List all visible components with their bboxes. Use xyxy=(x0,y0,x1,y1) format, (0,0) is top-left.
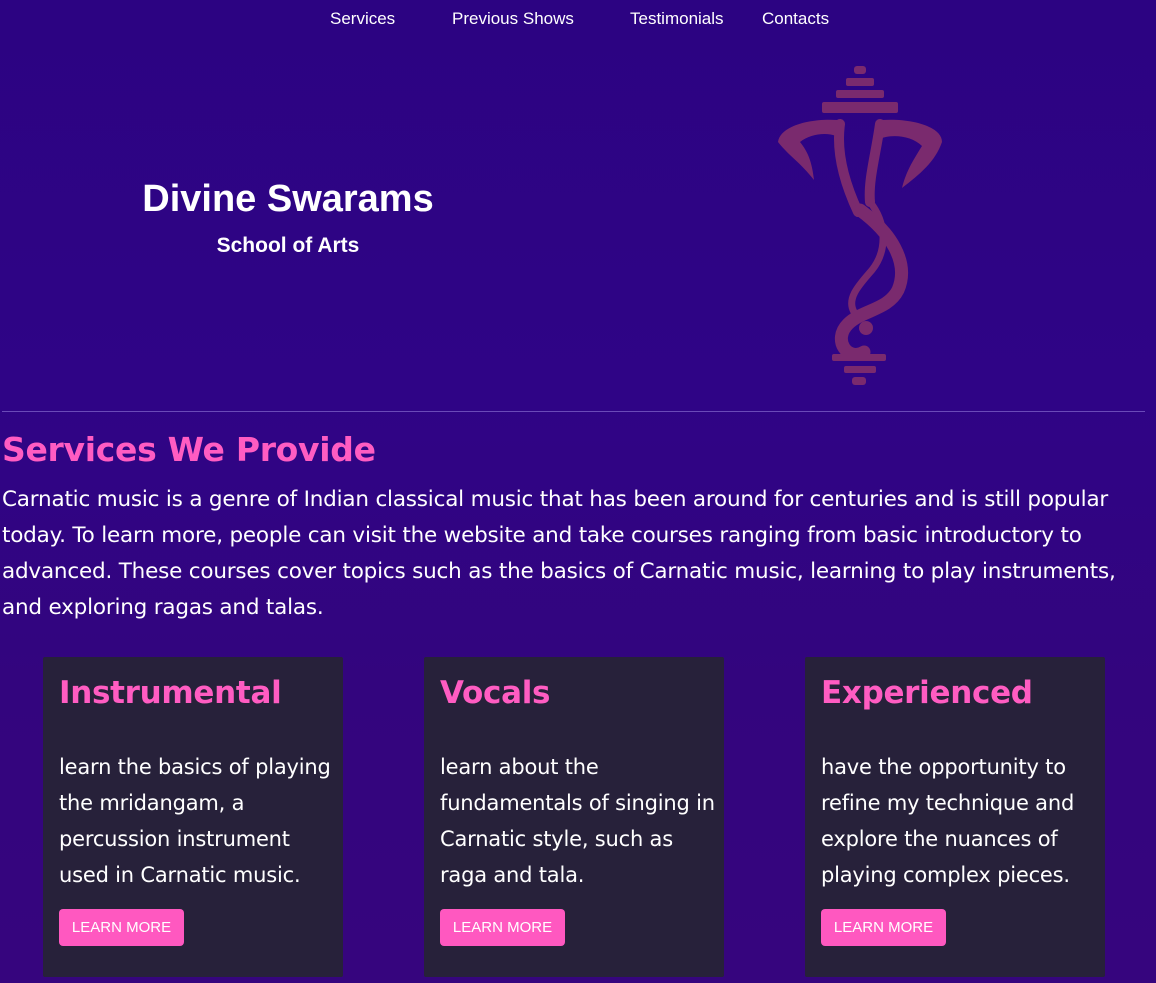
site-subtitle: School of Arts xyxy=(216,234,360,257)
site-title: Divine Swarams xyxy=(142,178,434,220)
nav-link-contacts[interactable]: Contacts xyxy=(762,9,829,29)
ganesha-logo-icon xyxy=(778,66,942,385)
nav-link-testimonials[interactable]: Testimonials xyxy=(630,9,724,29)
service-card-vocals: Vocals learn about the fundamentals of s… xyxy=(424,657,724,977)
service-card-instrumental: Instrumental learn the basics of playing… xyxy=(43,657,343,977)
learn-more-button[interactable]: LEARN MORE xyxy=(440,909,565,946)
services-description: Carnatic music is a genre of Indian clas… xyxy=(2,487,1116,620)
card-title: Vocals xyxy=(440,675,551,711)
card-text: learn about the fundamentals of singing … xyxy=(440,755,715,887)
services-heading: Services We Provide xyxy=(2,430,376,469)
card-title: Experienced xyxy=(821,675,1033,711)
card-title: Instrumental xyxy=(59,675,282,711)
top-nav: Services Previous Shows Testimonials Con… xyxy=(0,0,1156,40)
card-text: learn the basics of playing the mridanga… xyxy=(59,755,331,887)
section-divider xyxy=(2,411,1145,412)
learn-more-button[interactable]: LEARN MORE xyxy=(59,909,184,946)
nav-link-previous-shows[interactable]: Previous Shows xyxy=(452,9,574,29)
nav-link-services[interactable]: Services xyxy=(330,9,395,29)
learn-more-button[interactable]: LEARN MORE xyxy=(821,909,946,946)
card-text: have the opportunity to refine my techni… xyxy=(821,755,1075,887)
service-card-experienced: Experienced have the opportunity to refi… xyxy=(805,657,1105,977)
